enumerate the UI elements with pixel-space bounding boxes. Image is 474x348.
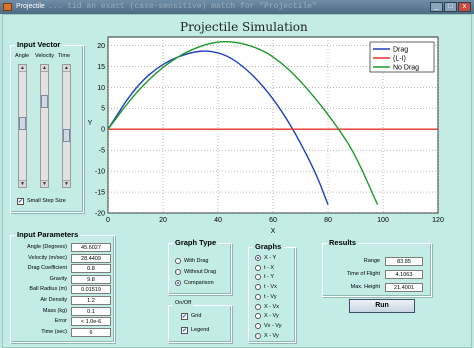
legend-label: Legend <box>191 327 210 333</box>
graphs-radio[interactable] <box>255 332 261 339</box>
graph-type-label: Without Drag <box>184 269 217 275</box>
angle-slider[interactable]: ▲ ▼ <box>18 64 27 188</box>
slider-up-icon[interactable]: ▲ <box>19 65 26 72</box>
param-label: Error <box>54 318 67 325</box>
graph-type-label: Comparison <box>184 280 214 286</box>
param-field[interactable]: 0.01519 <box>71 285 111 295</box>
slider-down-icon[interactable]: ▼ <box>63 180 70 187</box>
maximize-button[interactable]: □ <box>444 2 457 12</box>
result-label: Time of Flight <box>346 271 380 277</box>
slider-down-icon[interactable]: ▼ <box>41 180 48 187</box>
results-title: Results <box>327 238 359 247</box>
angle-label: Angle <box>15 53 30 59</box>
plot-title: Projectile Simulation <box>180 20 308 34</box>
time-label: Time <box>58 53 71 59</box>
param-field[interactable]: 0.1 <box>71 306 111 316</box>
param-label: Drag Coefficient <box>27 265 67 272</box>
close-button[interactable]: x <box>458 2 471 12</box>
param-label: Gravity <box>49 275 67 282</box>
minimize-button[interactable]: _ <box>430 2 443 12</box>
param-label: Time (sec) <box>41 328 67 335</box>
velocity-slider-thumb[interactable] <box>41 95 48 108</box>
graph-type-radio[interactable] <box>175 269 181 275</box>
graphs-radio[interactable] <box>255 322 261 329</box>
grid-label: Grid <box>191 313 202 319</box>
small-step-label: Small Step Size <box>27 198 66 204</box>
param-field[interactable]: 6 <box>71 327 111 337</box>
ghost-text: ... tid an exact (case-sensitive) match … <box>48 2 317 11</box>
graphs-label: t - Vy <box>264 293 277 300</box>
graphs-label: t - Vx <box>264 284 277 291</box>
param-label: Ball Radius (m) <box>29 286 67 293</box>
slider-up-icon[interactable]: ▲ <box>41 65 48 72</box>
slider-up-icon[interactable]: ▲ <box>63 65 70 72</box>
velocity-label: Velocity <box>35 53 54 59</box>
velocity-slider[interactable]: ▲ ▼ <box>40 64 49 188</box>
onoff-title: On/Off <box>173 300 194 306</box>
param-field[interactable]: 45.6027 <box>71 243 111 252</box>
slider-down-icon[interactable]: ▼ <box>19 180 26 187</box>
graph-type-radio[interactable] <box>175 280 181 286</box>
param-label: Velocity (m/sec) <box>28 254 67 261</box>
time-slider-thumb[interactable] <box>63 129 70 142</box>
result-value: 21.4001 <box>385 283 423 292</box>
graphs-label: X - Y <box>264 255 277 261</box>
graphs-radio[interactable] <box>255 255 261 261</box>
param-label: Angle (Degrees) <box>26 244 67 250</box>
result-value: 83.85 <box>385 257 423 266</box>
run-button[interactable]: Run <box>349 299 415 313</box>
param-field[interactable]: 1.2 <box>71 296 111 305</box>
result-label: Range <box>363 258 380 264</box>
param-field[interactable]: 0.8 <box>71 264 111 274</box>
onoff-panel: On/Off <box>168 300 232 343</box>
input-parameters-title: Input Parameters <box>15 230 81 239</box>
result-label: Max. Height <box>350 284 380 290</box>
param-field[interactable]: 9.8 <box>71 274 111 284</box>
graphs-label: t - X <box>264 264 275 271</box>
param-field[interactable]: 28.4409 <box>71 253 111 263</box>
graph-type-title: Graph Type <box>173 238 219 247</box>
graphs-label: X - Vy <box>264 313 279 320</box>
param-field[interactable]: < 1.0e-6 <box>71 317 111 327</box>
graphs-radio[interactable] <box>255 303 261 310</box>
param-label: Mass (kg) <box>42 307 67 314</box>
app-icon <box>3 3 12 11</box>
window-titlebar: Projectile ... tid an exact (case-sensit… <box>0 0 474 14</box>
window-title: Projectile <box>16 3 45 10</box>
graphs-radio[interactable] <box>255 264 261 271</box>
result-value: 4.1063 <box>385 270 423 279</box>
legend-checkbox[interactable]: ✔ <box>181 327 188 334</box>
graph-type-radio[interactable] <box>175 258 181 264</box>
graphs-title: Graphs <box>253 242 284 251</box>
graphs-radio[interactable] <box>255 293 261 300</box>
graphs-label: Vx - Vy <box>264 322 282 329</box>
graphs-label: X - Vx <box>264 303 279 310</box>
grid-checkbox[interactable]: ✔ <box>181 313 188 320</box>
param-label: Air Density <box>40 297 67 303</box>
time-slider[interactable]: ▲ ▼ <box>62 64 71 188</box>
small-step-checkbox[interactable]: ✔ <box>17 198 24 205</box>
graphs-label: X - Vy <box>264 332 279 339</box>
graph-type-label: With Drag <box>184 258 209 264</box>
graphs-label: t - Y <box>264 274 274 281</box>
input-vector-title: Input Vector <box>15 40 63 49</box>
angle-slider-thumb[interactable] <box>19 117 26 130</box>
